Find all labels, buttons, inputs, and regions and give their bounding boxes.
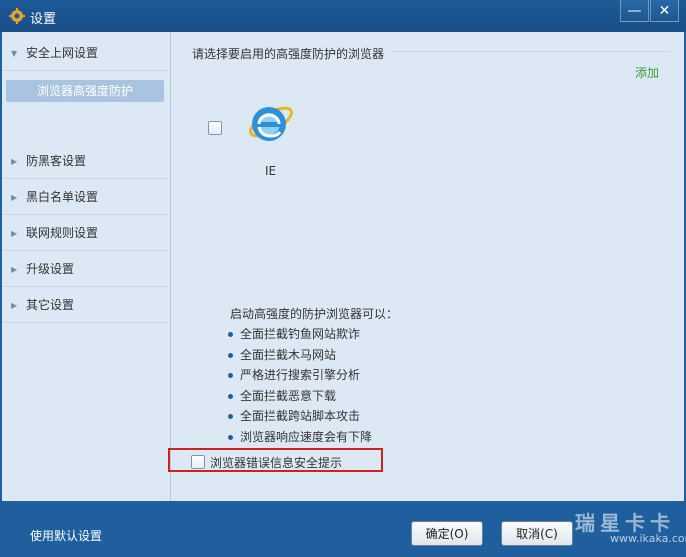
minimize-button[interactable]: — [620, 0, 649, 22]
bullet-icon [228, 373, 233, 378]
sidebar-item-label: 防黑客设置 [26, 154, 87, 168]
section-title: 请选择要启用的高强度防护的浏览器 [192, 45, 391, 62]
sidebar-item-secure-browsing[interactable]: ▼ 安全上网设置 [2, 36, 168, 71]
list-item: 严格进行搜索引擎分析 [228, 365, 372, 386]
info-list: 全面拦截钓鱼网站欺诈 全面拦截木马网站 严格进行搜索引擎分析 全面拦截恶意下载 … [228, 324, 372, 447]
list-item: 全面拦截恶意下载 [228, 386, 372, 407]
ie-checkbox[interactable] [208, 121, 222, 135]
sidebar-item-label: 升级设置 [26, 262, 75, 276]
gear-icon [9, 8, 25, 24]
chevron-right-icon: ▶ [11, 301, 18, 310]
chevron-right-icon: ▶ [11, 157, 18, 166]
chevron-right-icon: ▶ [11, 229, 18, 238]
close-button[interactable]: ✕ [650, 0, 679, 22]
bullet-icon [228, 332, 233, 337]
info-header: 启动高强度的防护浏览器可以： [230, 307, 399, 321]
chevron-right-icon: ▶ [11, 265, 18, 274]
use-default-settings-link[interactable]: 使用默认设置 [30, 527, 102, 544]
sidebar-item-label: 黑白名单设置 [26, 190, 99, 204]
list-item: 浏览器响应速度会有下降 [228, 427, 372, 448]
cancel-button[interactable]: 取消(C) [501, 521, 573, 546]
ie-icon [249, 106, 293, 141]
list-item: 全面拦截木马网站 [228, 345, 372, 366]
sidebar-item-black-white-list[interactable]: ▶ 黑白名单设置 [2, 180, 168, 215]
settings-content: ▼ 安全上网设置 浏览器高强度防护 ▶ 防黑客设置 ▶ 黑白名单设置 ▶ 联网规… [2, 32, 684, 501]
add-browser-link[interactable]: 添加 [635, 64, 659, 81]
browser-error-alert-label[interactable]: 浏览器错误信息安全提示 [210, 454, 342, 471]
watermark-url: www.ikaka.com [610, 532, 686, 545]
bullet-icon [228, 414, 233, 419]
browser-error-alert-checkbox[interactable] [191, 455, 205, 469]
ie-label: IE [265, 164, 277, 178]
sidebar: ▼ 安全上网设置 浏览器高强度防护 ▶ 防黑客设置 ▶ 黑白名单设置 ▶ 联网规… [2, 32, 171, 501]
title-bar: 设置 — ✕ [0, 0, 686, 32]
chevron-down-icon: ▼ [11, 49, 18, 58]
bullet-icon [228, 393, 233, 399]
sidebar-item-other[interactable]: ▶ 其它设置 [2, 288, 168, 323]
sidebar-item-label: 其它设置 [26, 298, 75, 312]
list-item: 全面拦截钓鱼网站欺诈 [228, 324, 372, 345]
window-title: 设置 [30, 12, 57, 27]
list-item: 全面拦截跨站脚本攻击 [228, 406, 372, 427]
ok-button[interactable]: 确定(O) [411, 521, 483, 546]
sidebar-item-network-rules[interactable]: ▶ 联网规则设置 [2, 216, 168, 251]
chevron-right-icon: ▶ [11, 193, 18, 202]
sidebar-item-anti-hacker[interactable]: ▶ 防黑客设置 [2, 144, 168, 179]
sidebar-subitem-browser-protection[interactable]: 浏览器高强度防护 [6, 80, 164, 102]
sidebar-item-upgrade[interactable]: ▶ 升级设置 [2, 252, 168, 287]
bullet-icon [228, 352, 233, 358]
bullet-icon [228, 434, 233, 440]
sidebar-item-label: 联网规则设置 [26, 226, 99, 240]
sidebar-item-label: 安全上网设置 [26, 46, 99, 60]
